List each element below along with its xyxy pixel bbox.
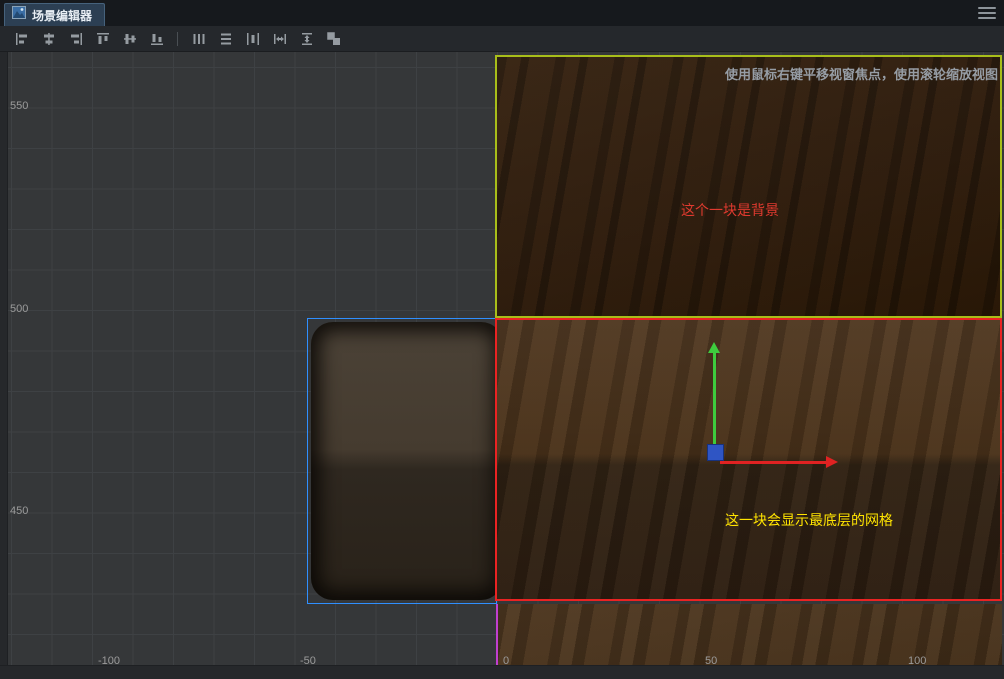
equal-height-icon[interactable] <box>293 28 320 50</box>
distribute-vertical-icon[interactable] <box>212 28 239 50</box>
scene-editor-window: 场景编辑器 这个一块是背景 这一块会显示最底层的网格 550 500 450 -… <box>0 0 1004 679</box>
background-block-label: 这个一块是背景 <box>681 202 779 218</box>
x-axis-label-0: 0 <box>503 655 510 667</box>
title-bar: 场景编辑器 <box>0 0 1004 26</box>
left-ruler-strip <box>0 52 8 665</box>
distribute-horizontal-icon[interactable] <box>185 28 212 50</box>
gizmo-x-arrowhead-icon[interactable] <box>826 456 838 468</box>
grid-block-label: 这一块会显示最底层的网格 <box>725 512 893 528</box>
gizmo-x-axis[interactable] <box>720 461 826 464</box>
scene-image-icon <box>12 6 26 24</box>
y-axis-label-550: 550 <box>10 100 29 112</box>
tab-label: 场景编辑器 <box>32 8 93 23</box>
equal-width-icon[interactable] <box>266 28 293 50</box>
selection-outline <box>307 318 497 604</box>
gizmo-y-arrowhead-icon[interactable] <box>708 342 720 353</box>
tab-scene-editor[interactable]: 场景编辑器 <box>4 3 106 26</box>
alignment-toolbar <box>0 26 1004 52</box>
x-axis-label-100: 100 <box>908 655 927 667</box>
equal-spacing-icon[interactable] <box>239 28 266 50</box>
align-h-center-icon[interactable] <box>35 28 62 50</box>
bottom-ruler-strip <box>0 665 1004 679</box>
align-v-center-icon[interactable] <box>116 28 143 50</box>
x-axis-label-n50: -50 <box>300 655 316 667</box>
align-right-icon[interactable] <box>62 28 89 50</box>
x-axis-label-50: 50 <box>705 655 718 667</box>
x-axis-label-n100: -100 <box>98 655 121 667</box>
background-block: 这个一块是背景 <box>495 55 1002 318</box>
y-axis-label-450: 450 <box>10 505 29 517</box>
gizmo-origin-handle[interactable] <box>707 444 724 461</box>
viewport-hint-text: 使用鼠标右键平移视窗焦点，使用滚轮缩放视图 <box>724 67 998 82</box>
toolbar-divider <box>177 31 178 46</box>
grid-block: 这一块会显示最底层的网格 <box>495 318 1002 601</box>
align-bottom-icon[interactable] <box>143 28 170 50</box>
scene-viewport[interactable]: 这个一块是背景 这一块会显示最底层的网格 550 500 450 -100 -5… <box>0 52 1004 679</box>
hamburger-menu-icon[interactable] <box>978 5 996 21</box>
equal-size-icon[interactable] <box>320 28 347 50</box>
align-left-icon[interactable] <box>8 28 35 50</box>
x-zero-axis-line <box>496 604 498 665</box>
y-axis-label-500: 500 <box>10 303 29 315</box>
align-top-icon[interactable] <box>89 28 116 50</box>
